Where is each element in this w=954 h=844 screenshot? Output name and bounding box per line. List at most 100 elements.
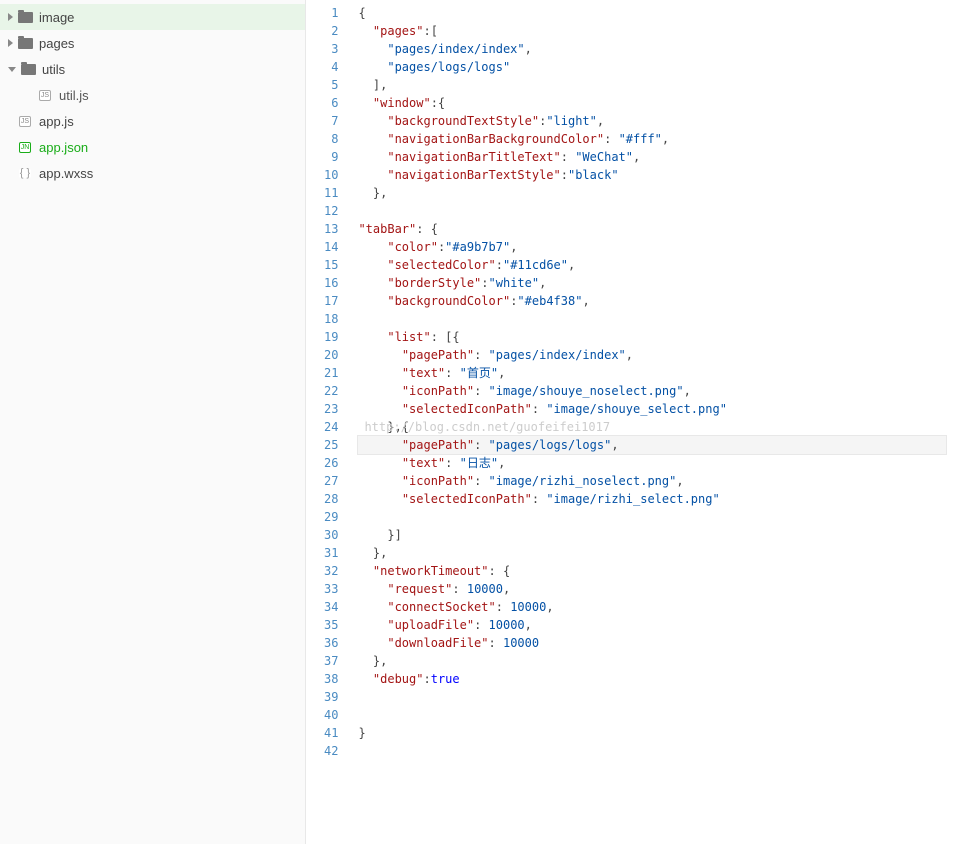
- tree-label: app.js: [39, 114, 74, 129]
- code-line[interactable]: "debug":true: [358, 670, 946, 688]
- code-line[interactable]: "pages/index/index",: [358, 40, 946, 58]
- code-line[interactable]: http://blog.csdn.net/guofeifei1017 },{: [358, 418, 946, 436]
- code-line[interactable]: },: [358, 652, 946, 670]
- code-line[interactable]: [358, 688, 946, 706]
- code-editor[interactable]: 1234567891011121314151617181920212223242…: [306, 0, 954, 844]
- code-line[interactable]: [358, 310, 946, 328]
- code-line[interactable]: "uploadFile": 10000,: [358, 616, 946, 634]
- spacer: [28, 91, 33, 99]
- line-number: 18: [324, 310, 338, 328]
- tree-label: app.json: [39, 140, 88, 155]
- line-number: 10: [324, 166, 338, 184]
- line-number: 1: [324, 4, 338, 22]
- code-line[interactable]: "pages":[: [358, 22, 946, 40]
- line-number: 32: [324, 562, 338, 580]
- code-line[interactable]: "iconPath": "image/rizhi_noselect.png",: [358, 472, 946, 490]
- line-number: 25: [324, 436, 338, 454]
- line-number: 2: [324, 22, 338, 40]
- line-number: 8: [324, 130, 338, 148]
- code-line[interactable]: },: [358, 544, 946, 562]
- code-line[interactable]: "connectSocket": 10000,: [358, 598, 946, 616]
- code-line[interactable]: "text": "首页",: [358, 364, 946, 382]
- line-number: 40: [324, 706, 338, 724]
- code-line[interactable]: [358, 508, 946, 526]
- code-line[interactable]: "backgroundTextStyle":"light",: [358, 112, 946, 130]
- line-number: 11: [324, 184, 338, 202]
- code-line[interactable]: }]: [358, 526, 946, 544]
- line-number: 9: [324, 148, 338, 166]
- tree-folder-utils[interactable]: utils: [0, 56, 305, 82]
- code-line[interactable]: "networkTimeout": {: [358, 562, 946, 580]
- line-number: 41: [324, 724, 338, 742]
- line-number: 33: [324, 580, 338, 598]
- code-line[interactable]: "selectedColor":"#11cd6e",: [358, 256, 946, 274]
- code-line[interactable]: "borderStyle":"white",: [358, 274, 946, 292]
- code-line[interactable]: "pagePath": "pages/index/index",: [358, 346, 946, 364]
- line-number: 23: [324, 400, 338, 418]
- code-line[interactable]: "text": "日志",: [358, 454, 946, 472]
- code-line[interactable]: [358, 706, 946, 724]
- code-line[interactable]: [358, 742, 946, 760]
- code-line[interactable]: ],: [358, 76, 946, 94]
- line-number: 4: [324, 58, 338, 76]
- code-line[interactable]: "pagePath": "pages/logs/logs",: [358, 436, 946, 454]
- json-file-icon: JN: [17, 140, 33, 154]
- line-number: 28: [324, 490, 338, 508]
- code-line[interactable]: "navigationBarTitleText": "WeChat",: [358, 148, 946, 166]
- spacer: [8, 169, 13, 177]
- code-line[interactable]: },: [358, 184, 946, 202]
- tree-file-appwxss[interactable]: { } app.wxss: [0, 160, 305, 186]
- line-number: 6: [324, 94, 338, 112]
- line-number: 20: [324, 346, 338, 364]
- chevron-down-icon: [8, 67, 16, 72]
- line-number: 42: [324, 742, 338, 760]
- code-line[interactable]: "navigationBarTextStyle":"black": [358, 166, 946, 184]
- code-line[interactable]: "tabBar": {: [358, 220, 946, 238]
- code-line[interactable]: "request": 10000,: [358, 580, 946, 598]
- code-line[interactable]: "selectedIconPath": "image/shouye_select…: [358, 400, 946, 418]
- line-number: 13: [324, 220, 338, 238]
- line-number: 34: [324, 598, 338, 616]
- folder-icon: [17, 10, 33, 24]
- line-number: 3: [324, 40, 338, 58]
- line-number: 24: [324, 418, 338, 436]
- line-number: 5: [324, 76, 338, 94]
- code-line[interactable]: "window":{: [358, 94, 946, 112]
- code-content[interactable]: { "pages":[ "pages/index/index", "pages/…: [350, 0, 954, 844]
- code-line[interactable]: {: [358, 4, 946, 22]
- line-number: 21: [324, 364, 338, 382]
- line-number: 35: [324, 616, 338, 634]
- code-line[interactable]: "pages/logs/logs": [358, 58, 946, 76]
- line-number: 37: [324, 652, 338, 670]
- code-line[interactable]: "color":"#a9b7b7",: [358, 238, 946, 256]
- wxss-file-icon: { }: [17, 166, 33, 180]
- line-number: 26: [324, 454, 338, 472]
- tree-file-appjs[interactable]: JS app.js: [0, 108, 305, 134]
- code-line[interactable]: "selectedIconPath": "image/rizhi_select.…: [358, 490, 946, 508]
- code-line[interactable]: "navigationBarBackgroundColor": "#fff",: [358, 130, 946, 148]
- tree-file-utiljs[interactable]: JS util.js: [0, 82, 305, 108]
- line-number: 16: [324, 274, 338, 292]
- line-number: 7: [324, 112, 338, 130]
- code-line[interactable]: "downloadFile": 10000: [358, 634, 946, 652]
- code-line[interactable]: "list": [{: [358, 328, 946, 346]
- line-number: 31: [324, 544, 338, 562]
- line-number: 17: [324, 292, 338, 310]
- file-tree-sidebar: image pages utils JS util.js JS app.js J…: [0, 0, 306, 844]
- chevron-right-icon: [8, 39, 13, 47]
- tree-folder-image[interactable]: image: [0, 4, 305, 30]
- tree-label: util.js: [59, 88, 89, 103]
- code-line[interactable]: "iconPath": "image/shouye_noselect.png",: [358, 382, 946, 400]
- code-line[interactable]: [358, 202, 946, 220]
- folder-icon: [20, 62, 36, 76]
- tree-file-appjson[interactable]: JN app.json: [0, 134, 305, 160]
- tree-folder-pages[interactable]: pages: [0, 30, 305, 56]
- js-file-icon: JS: [37, 88, 53, 102]
- code-line[interactable]: "backgroundColor":"#eb4f38",: [358, 292, 946, 310]
- js-file-icon: JS: [17, 114, 33, 128]
- line-number: 12: [324, 202, 338, 220]
- line-number: 38: [324, 670, 338, 688]
- code-line[interactable]: }: [358, 724, 946, 742]
- line-number: 14: [324, 238, 338, 256]
- folder-icon: [17, 36, 33, 50]
